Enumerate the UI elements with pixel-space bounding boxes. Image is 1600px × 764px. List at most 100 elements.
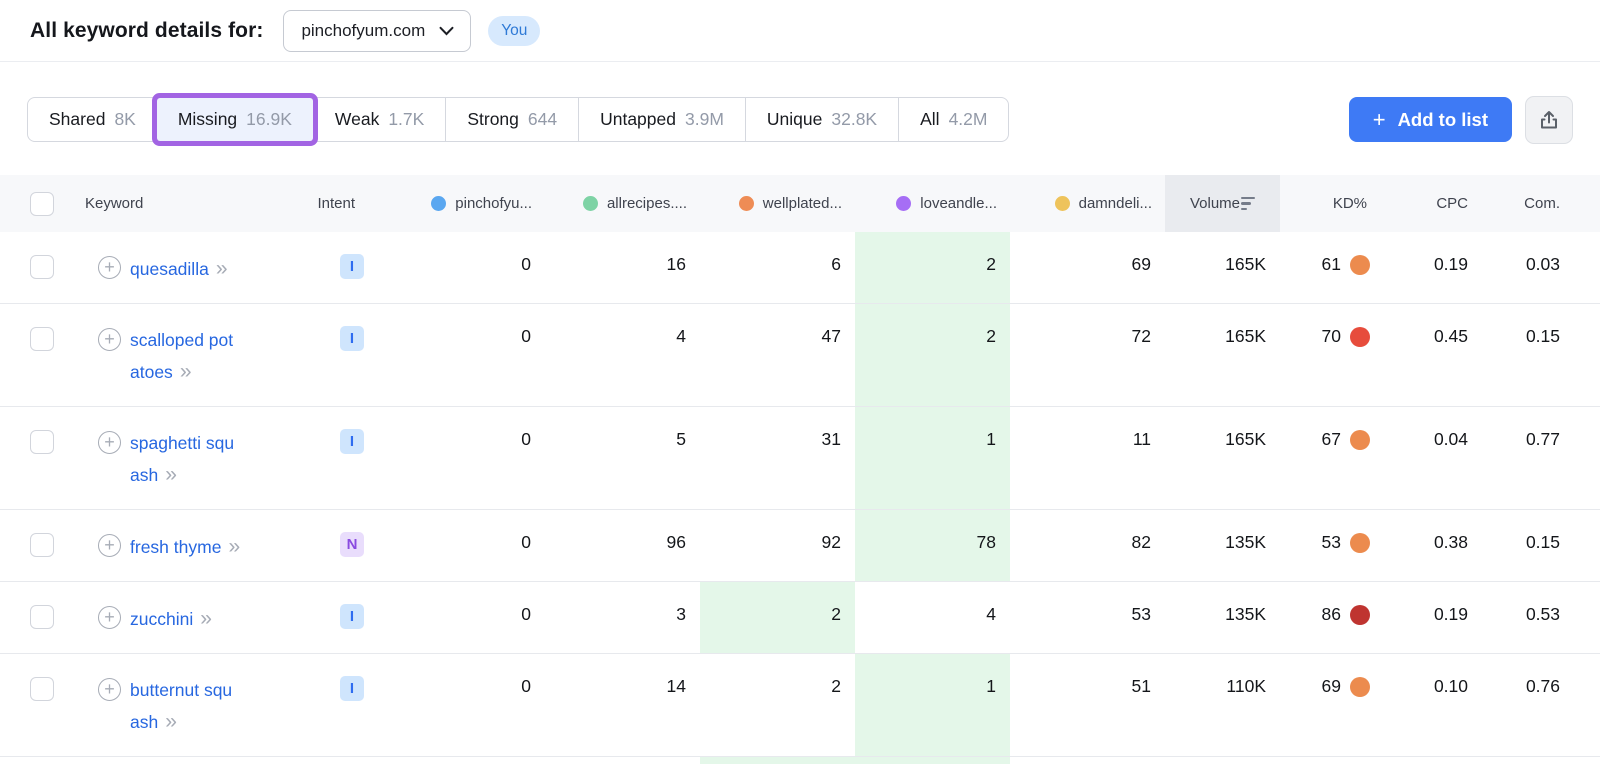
position-pinchofyum: 0: [521, 429, 531, 449]
position-damndelicious: 72: [1131, 326, 1151, 346]
com-value: 0.15: [1525, 326, 1560, 346]
column-header-keyword[interactable]: Keyword: [75, 175, 310, 232]
position-allrecipes: 3: [676, 604, 686, 624]
kd-difficulty-dot-icon: [1350, 605, 1370, 625]
column-header-intent[interactable]: Intent: [310, 175, 385, 232]
position-pinchofyum: 0: [521, 604, 531, 624]
top-bar: All keyword details for: pinchofyum.com …: [0, 0, 1600, 62]
tab-shared[interactable]: Shared 8K: [28, 98, 157, 141]
table-row-partial: [0, 757, 1600, 764]
row-checkbox[interactable]: [30, 255, 54, 279]
position-allrecipes: 4: [676, 326, 686, 346]
position-allrecipes: 96: [666, 532, 686, 552]
keyword-link[interactable]: butternut squ ash»: [130, 675, 232, 738]
position-pinchofyum: 0: [521, 532, 531, 552]
column-header-allrecipes[interactable]: allrecipes....: [545, 175, 700, 232]
table-row: + fresh thyme» N 0 96 92 78 82 135K 53 0…: [0, 510, 1600, 582]
position-allrecipes: 16: [666, 254, 686, 274]
kd-difficulty-dot-icon: [1350, 255, 1370, 275]
cpc-value: 0.04: [1433, 429, 1468, 449]
keyword-expand-icon[interactable]: »: [165, 463, 177, 486]
column-header-kd[interactable]: KD%: [1280, 175, 1395, 232]
position-wellplated: 31: [821, 429, 841, 449]
position-wellplated: 2: [831, 676, 841, 696]
column-header-wellplated[interactable]: wellplated...: [700, 175, 855, 232]
position-loveandlemons: 2: [855, 304, 1010, 406]
keyword-expand-icon[interactable]: »: [165, 710, 177, 733]
keyword-expand-icon[interactable]: »: [228, 535, 240, 558]
domain-selector[interactable]: pinchofyum.com: [283, 9, 472, 52]
loveandlemons-dot-icon: [896, 196, 912, 211]
kd-number: 67: [1321, 429, 1341, 449]
kd-number: 61: [1321, 254, 1341, 274]
position-allrecipes: 14: [666, 676, 686, 696]
add-keyword-icon[interactable]: +: [98, 678, 121, 701]
intent-badge: I: [340, 326, 364, 351]
column-header-damndelicious[interactable]: damndeli...: [1010, 175, 1165, 232]
row-checkbox[interactable]: [30, 327, 54, 351]
row-checkbox[interactable]: [30, 533, 54, 557]
add-keyword-icon[interactable]: +: [98, 256, 121, 279]
column-header-cpc[interactable]: CPC: [1395, 175, 1482, 232]
position-damndelicious: 53: [1131, 604, 1151, 624]
table-row: + spaghetti squ ash» I 0 5 31 1 11 165K 6…: [0, 407, 1600, 510]
kd-value: 86: [1280, 582, 1395, 653]
kd-value: 53: [1280, 510, 1395, 581]
add-keyword-icon[interactable]: +: [98, 431, 121, 454]
you-badge: You: [488, 15, 541, 46]
tab-missing[interactable]: Missing 16.9K: [156, 98, 313, 141]
position-allrecipes: 5: [676, 429, 686, 449]
cpc-value: 0.19: [1433, 604, 1468, 624]
chevron-down-icon: [439, 26, 454, 35]
domain-selector-value: pinchofyum.com: [301, 20, 426, 40]
intent-badge: I: [340, 429, 364, 454]
row-checkbox[interactable]: [30, 605, 54, 629]
kd-difficulty-dot-icon: [1350, 533, 1370, 553]
tab-strong[interactable]: Strong 644: [445, 98, 579, 141]
keyword-link[interactable]: quesadilla»: [130, 253, 228, 285]
export-icon: [1541, 110, 1557, 128]
volume-value: 165K: [1225, 326, 1266, 346]
position-pinchofyum: 0: [521, 326, 531, 346]
add-keyword-icon[interactable]: +: [98, 534, 121, 557]
add-keyword-icon[interactable]: +: [98, 328, 121, 351]
row-checkbox[interactable]: [30, 430, 54, 454]
tab-unique[interactable]: Unique 32.8K: [744, 98, 899, 141]
column-header-loveandlemons[interactable]: loveandle...: [855, 175, 1010, 232]
position-wellplated: 2: [700, 582, 855, 653]
com-value: 0.15: [1525, 532, 1560, 552]
tab-weak[interactable]: Weak 1.7K: [312, 98, 446, 141]
tab-untapped[interactable]: Untapped 3.9M: [578, 98, 745, 141]
keyword-expand-icon[interactable]: »: [216, 257, 228, 280]
position-wellplated: 47: [821, 326, 841, 346]
kd-value: 70: [1280, 304, 1395, 406]
position-wellplated: 6: [831, 254, 841, 274]
tab-all[interactable]: All 4.2M: [898, 98, 1009, 141]
volume-value: 165K: [1225, 254, 1266, 274]
table-row: + butternut squ ash» I 0 14 2 1 51 110K 6…: [0, 654, 1600, 757]
table-header: Keyword Intent pinchofyu... allrecipes..…: [0, 175, 1600, 232]
select-all-checkbox[interactable]: [30, 191, 54, 216]
export-button[interactable]: [1525, 95, 1573, 144]
column-header-volume[interactable]: Volume: [1165, 175, 1280, 232]
add-keyword-icon[interactable]: +: [98, 606, 121, 629]
column-header-com[interactable]: Com.: [1482, 175, 1573, 232]
kd-value: 67: [1280, 407, 1395, 509]
keyword-link[interactable]: scalloped pot atoes»: [130, 325, 233, 388]
sort-descending-icon: [1241, 196, 1256, 211]
table-body: + quesadilla» I 0 16 6 2 69 165K 61 0.19…: [0, 232, 1600, 764]
intent-badge: I: [340, 604, 364, 629]
kd-value: 61: [1280, 232, 1395, 303]
keyword-expand-icon[interactable]: »: [200, 607, 212, 630]
row-checkbox[interactable]: [30, 677, 54, 701]
keyword-link[interactable]: spaghetti squ ash»: [130, 428, 234, 491]
keyword-link[interactable]: fresh thyme»: [130, 531, 240, 563]
position-damndelicious: 11: [1132, 429, 1151, 449]
column-header-pinchofyum[interactable]: pinchofyu...: [385, 175, 545, 232]
keyword-expand-icon[interactable]: »: [180, 360, 192, 383]
cpc-value: 0.45: [1433, 326, 1468, 346]
cpc-value: 0.38: [1433, 532, 1468, 552]
com-value: 0.53: [1525, 604, 1560, 624]
add-to-list-button[interactable]: + Add to list: [1348, 97, 1512, 142]
keyword-link[interactable]: zucchini»: [130, 603, 212, 635]
